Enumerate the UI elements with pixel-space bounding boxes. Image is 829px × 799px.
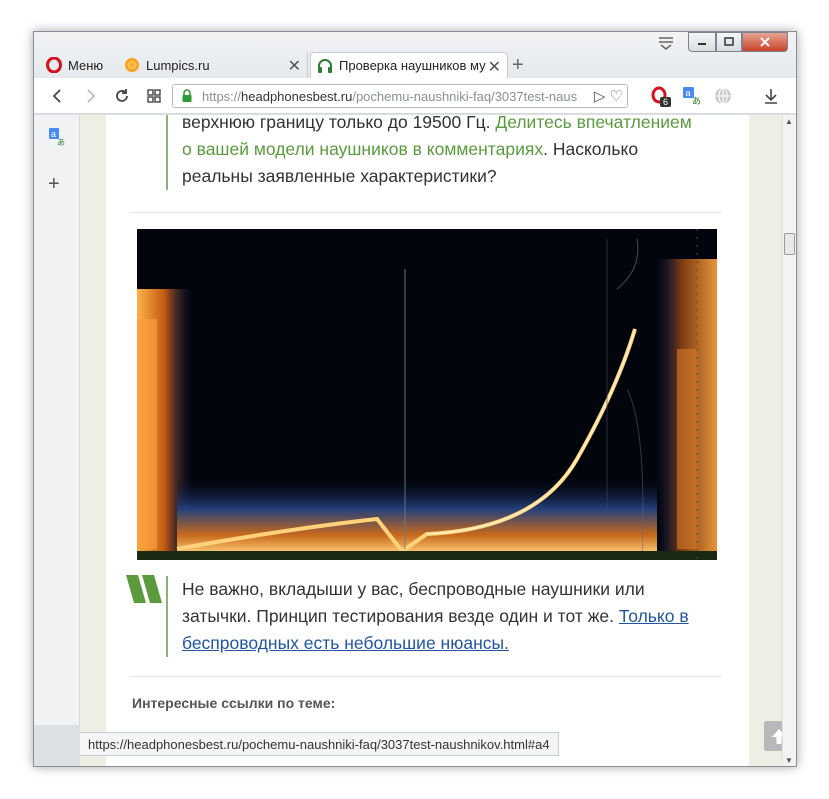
tab-headphones-test[interactable]: Проверка наушников му ✕ [310, 52, 508, 78]
opera-adblock-extension-icon[interactable]: 6 [650, 85, 672, 107]
quote-text: Не важно, вкладыши у вас, беспроводные н… [182, 579, 645, 599]
tab-label: Меню [68, 57, 104, 73]
extension-badge: 6 [660, 97, 672, 107]
scroll-up-arrow-icon[interactable]: ▲ [785, 117, 793, 126]
quote-text: реальны заявленные характеристики? [182, 166, 497, 186]
tab-lumpics[interactable]: Lumpics.ru ✕ [118, 52, 308, 78]
svg-text:a: a [51, 129, 56, 139]
divider [130, 676, 722, 677]
related-links-heading: Интересные ссылки по теме: [132, 695, 336, 711]
opera-menu-button[interactable]: Меню [40, 52, 108, 78]
vertical-scrollbar[interactable]: ▲ ▼ [782, 115, 796, 766]
svg-text:あ: あ [57, 138, 65, 147]
lock-icon [182, 89, 192, 102]
back-arrow-icon[interactable] [48, 86, 68, 106]
scroll-to-top-button[interactable] [764, 721, 782, 751]
comments-link[interactable]: о вашей модели наушников в комментариях [182, 139, 543, 159]
wireless-nuances-link[interactable]: Только в [619, 606, 689, 626]
scrollbar-thumb[interactable] [784, 233, 795, 255]
heart-bookmark-icon[interactable]: ♡ [610, 88, 623, 105]
quote-text: верхнюю границу только до 19500 Гц. [182, 115, 491, 132]
sidebar: aあ + [34, 115, 80, 725]
tab-label: Проверка наушников му [339, 58, 486, 73]
tab-menu-icon[interactable] [658, 36, 674, 50]
close-tab-icon[interactable]: ✕ [288, 56, 301, 76]
download-icon[interactable] [760, 85, 782, 107]
tab-label: Lumpics.ru [146, 57, 210, 73]
address-bar[interactable]: https://headphonesbest.ru/pochemu-naushn… [172, 84, 628, 108]
reload-icon[interactable] [112, 86, 132, 106]
tab-strip: Меню Lumpics.ru ✕ Проверка наушников му … [34, 32, 796, 78]
sidebar-add-plus-icon[interactable]: + [48, 173, 60, 196]
address-toolbar: https://headphonesbest.ru/pochemu-naushn… [34, 78, 796, 114]
forward-arrow-icon[interactable] [80, 86, 100, 106]
blockquote-bottom: Не важно, вкладыши у вас, беспроводные н… [166, 576, 736, 657]
browser-window: Меню Lumpics.ru ✕ Проверка наушников му … [33, 31, 797, 767]
maximize-button[interactable] [716, 32, 742, 52]
wireless-nuances-link[interactable]: беспроводных есть небольшие нюансы. [182, 633, 509, 653]
speed-dial-grid-icon[interactable] [144, 86, 164, 106]
orange-slice-icon [125, 58, 139, 72]
vpn-globe-icon[interactable] [712, 85, 734, 107]
status-url-bar: https://headphonesbest.ru/pochemu-naushn… [80, 732, 559, 756]
quote-mark-icon [126, 575, 162, 603]
blockquote-top: верхнюю границу только до 19500 Гц. Дели… [166, 115, 726, 190]
quote-text: затычки. Принцип тестирования везде один… [182, 606, 615, 626]
svg-text:a: a [686, 88, 691, 98]
opera-logo-icon [46, 57, 62, 73]
close-tab-icon[interactable]: ✕ [488, 57, 501, 77]
page-viewport: верхнюю границу только до 19500 Гц. Дели… [80, 115, 782, 766]
translate-extension-icon[interactable]: aあ [680, 85, 702, 107]
headphones-icon [318, 58, 332, 73]
new-tab-plus-icon[interactable]: + [512, 54, 524, 77]
scroll-down-arrow-icon[interactable]: ▼ [785, 756, 793, 765]
send-arrow-icon[interactable]: ▷ [594, 88, 606, 105]
spectrogram-image [137, 229, 717, 560]
article-content: верхнюю границу только до 19500 Гц. Дели… [106, 115, 782, 766]
minimize-button[interactable] [688, 32, 716, 52]
quote-text: . Насколько [543, 139, 639, 159]
svg-text:あ: あ [692, 96, 701, 106]
arrow-up-icon [772, 729, 782, 744]
comments-link[interactable]: Делитесь впечатлением [495, 115, 691, 132]
sidebar-translate-icon[interactable]: aあ [48, 127, 66, 152]
divider [130, 212, 722, 213]
close-window-button[interactable] [742, 32, 788, 52]
url-text: https://headphonesbest.ru/pochemu-naushn… [202, 88, 578, 104]
